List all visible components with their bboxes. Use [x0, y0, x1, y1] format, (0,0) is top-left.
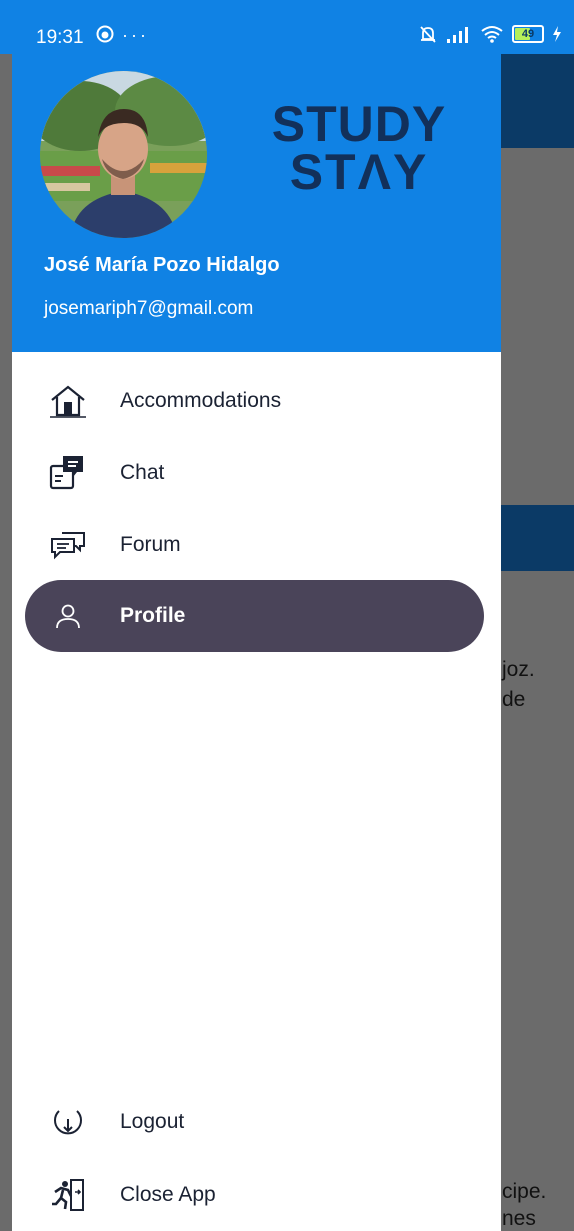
menu-item-label: Forum: [120, 533, 181, 556]
menu-item-label: Profile: [120, 604, 186, 627]
background-text: nes: [502, 1207, 536, 1230]
avatar[interactable]: [40, 71, 207, 238]
notification-icons: ···: [96, 25, 149, 46]
menu-item-forum[interactable]: Forum: [12, 515, 501, 575]
bell-muted-icon: [420, 26, 436, 43]
user-name: José María Pozo Hidalgo: [44, 254, 280, 276]
background-app-section-bar: [500, 505, 574, 571]
person-icon: [48, 596, 88, 636]
menu-item-close-app[interactable]: Close App: [12, 1165, 501, 1225]
user-email: josemariph7@gmail.com: [44, 298, 254, 319]
drawer-header: STUDY STΛY José María Pozo Hidalgo josem…: [12, 54, 501, 352]
more-notifications-icon: ···: [122, 25, 149, 45]
logo-line-2: STΛY: [289, 144, 429, 200]
study-stay-logo: STUDY STΛY: [264, 96, 454, 200]
status-icons: 49: [418, 24, 562, 44]
menu-item-label: Chat: [120, 461, 165, 484]
forum-icon: [48, 525, 88, 565]
menu-item-profile[interactable]: Profile: [25, 580, 484, 652]
menu-item-chat[interactable]: Chat: [12, 443, 501, 503]
avatar-photo: [40, 71, 207, 238]
wifi-icon: [481, 26, 503, 43]
navigation-drawer: STUDY STΛY José María Pozo Hidalgo josem…: [12, 54, 501, 1231]
house-icon: [48, 381, 88, 421]
background-text: de: [502, 688, 526, 711]
background-text: cipe.: [502, 1180, 547, 1203]
menu-item-label: Logout: [120, 1110, 185, 1133]
exit-running-icon: [48, 1175, 88, 1215]
menu-item-accommodations[interactable]: Accommodations: [12, 371, 501, 431]
chat-icon: [48, 453, 88, 493]
battery-icon: 49: [512, 25, 544, 43]
signal-icon: [447, 27, 468, 43]
menu-item-label: Accommodations: [120, 389, 282, 412]
background-text: joz.: [502, 658, 535, 681]
status-bar: 19:31 ··· 49: [0, 0, 574, 54]
menu-item-label: Close App: [120, 1183, 216, 1206]
logout-icon: [48, 1102, 88, 1142]
status-time: 19:31: [36, 27, 84, 48]
background-app-bar: [500, 54, 574, 148]
notification-face-icon: [96, 25, 114, 43]
logo-line-1: STUDY: [271, 96, 447, 152]
menu-item-logout[interactable]: Logout: [12, 1092, 501, 1152]
charging-icon: [553, 26, 561, 42]
battery-level: 49: [521, 28, 535, 40]
